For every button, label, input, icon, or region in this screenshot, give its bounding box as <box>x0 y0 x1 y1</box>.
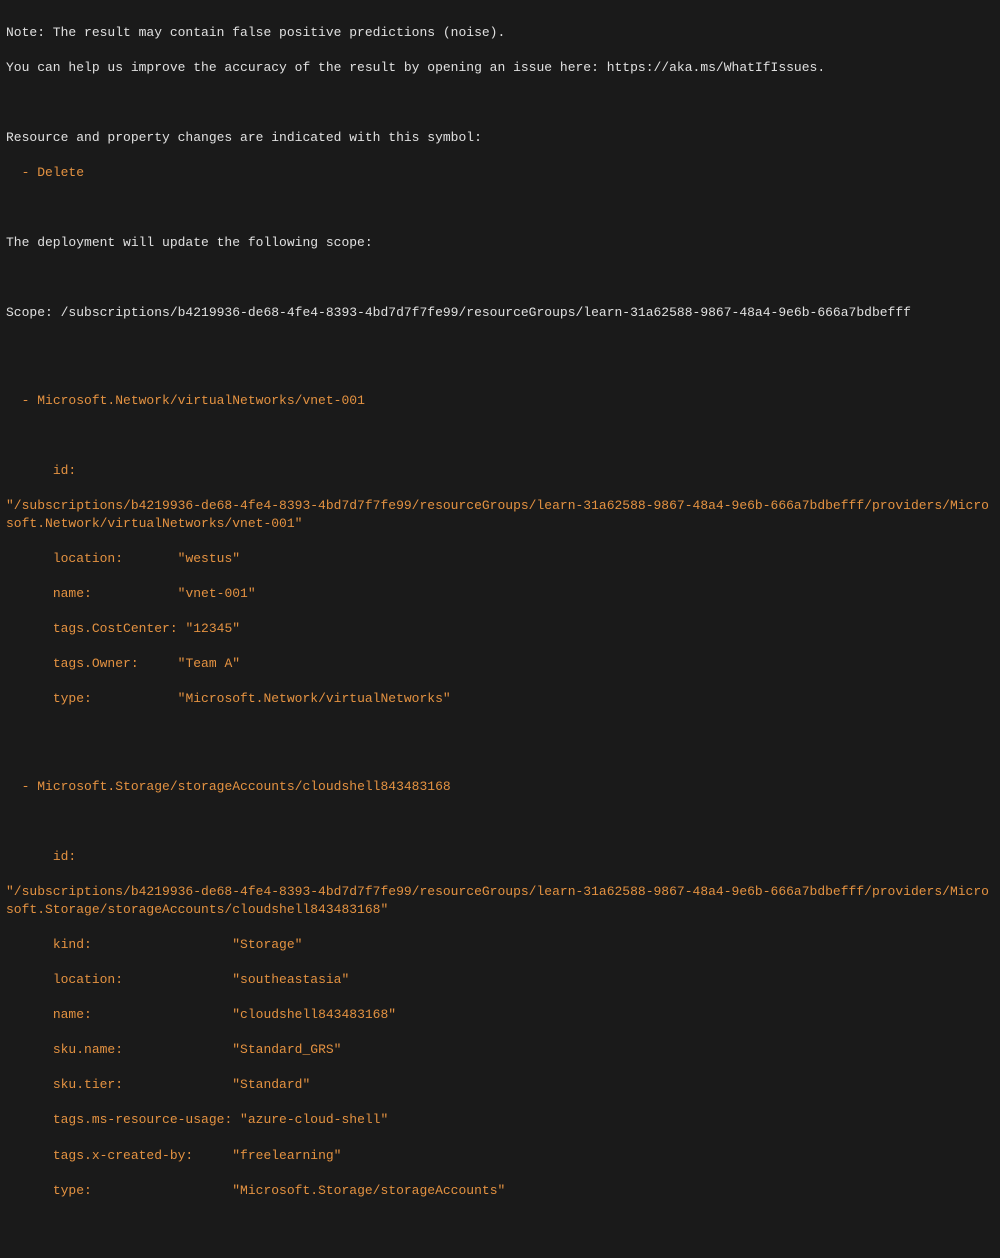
res2-skuname: sku.name: "Standard_GRS" <box>6 1041 994 1059</box>
changes-intro: Resource and property changes are indica… <box>6 129 994 147</box>
res2-id-key: id: <box>6 848 994 866</box>
res1-name-val: "vnet-001" <box>178 586 256 601</box>
res2-kind-val: "Storage" <box>232 937 302 952</box>
res2-skuname-key: sku.name: <box>6 1042 232 1057</box>
note-line-2: You can help us improve the accuracy of … <box>6 59 994 77</box>
res2-name-key: name: <box>6 1007 232 1022</box>
res2-tagsusage-val: "azure-cloud-shell" <box>232 1112 388 1127</box>
blank <box>6 427 994 445</box>
resource-2-header: - Microsoft.Storage/storageAccounts/clou… <box>6 778 994 796</box>
res1-owner-key: tags.Owner: <box>6 656 178 671</box>
blank <box>6 813 994 831</box>
res1-location: location: "westus" <box>6 550 994 568</box>
res1-type: type: "Microsoft.Network/virtualNetworks… <box>6 690 994 708</box>
res1-owner-val: "Team A" <box>178 656 240 671</box>
res2-tagsusage: tags.ms-resource-usage: "azure-cloud-she… <box>6 1111 994 1129</box>
res2-type-val: "Microsoft.Storage/storageAccounts" <box>232 1183 505 1198</box>
blank <box>6 1217 994 1235</box>
res2-kind: kind: "Storage" <box>6 936 994 954</box>
scope-value: /subscriptions/b4219936-de68-4fe4-8393-4… <box>61 305 911 320</box>
blank <box>6 269 994 287</box>
res1-location-val: "westus" <box>178 551 240 566</box>
blank <box>6 199 994 217</box>
res2-location: location: "southeastasia" <box>6 971 994 989</box>
blank <box>6 94 994 112</box>
res2-skutier-val: "Standard" <box>232 1077 310 1092</box>
res1-name: name: "vnet-001" <box>6 585 994 603</box>
res1-type-key: type: <box>6 691 178 706</box>
scope-intro: The deployment will update the following… <box>6 234 994 252</box>
res1-location-key: location: <box>6 551 178 566</box>
res2-name: name: "cloudshell843483168" <box>6 1006 994 1024</box>
res2-kind-key: kind: <box>6 937 232 952</box>
res2-location-key: location: <box>6 972 232 987</box>
res2-tagscreated-val: "freelearning" <box>232 1148 341 1163</box>
res1-type-val: "Microsoft.Network/virtualNetworks" <box>178 691 451 706</box>
scope-label: Scope: <box>6 305 61 320</box>
res2-tagsusage-key: tags.ms-resource-usage: <box>6 1112 232 1127</box>
res1-owner: tags.Owner: "Team A" <box>6 655 994 673</box>
res2-type-key: type: <box>6 1183 232 1198</box>
res2-skutier: sku.tier: "Standard" <box>6 1076 994 1094</box>
res2-name-val: "cloudshell843483168" <box>232 1007 396 1022</box>
scope-line: Scope: /subscriptions/b4219936-de68-4fe4… <box>6 304 994 322</box>
note-line-1: Note: The result may contain false posit… <box>6 24 994 42</box>
res2-skuname-val: "Standard_GRS" <box>232 1042 341 1057</box>
delete-legend: - Delete <box>6 164 994 182</box>
res2-skutier-key: sku.tier: <box>6 1077 232 1092</box>
res2-location-val: "southeastasia" <box>232 972 349 987</box>
res1-id-val: "/subscriptions/b4219936-de68-4fe4-8393-… <box>6 497 994 532</box>
res2-tagscreated: tags.x-created-by: "freelearning" <box>6 1147 994 1165</box>
res2-tagscreated-key: tags.x-created-by: <box>6 1148 232 1163</box>
blank <box>6 725 994 743</box>
res2-id-val: "/subscriptions/b4219936-de68-4fe4-8393-… <box>6 883 994 918</box>
blank <box>6 339 994 357</box>
res2-type: type: "Microsoft.Storage/storageAccounts… <box>6 1182 994 1200</box>
res1-name-key: name: <box>6 586 178 601</box>
res1-id-key: id: <box>6 462 994 480</box>
resource-1-header: - Microsoft.Network/virtualNetworks/vnet… <box>6 392 994 410</box>
terminal-output[interactable]: Note: The result may contain false posit… <box>0 0 1000 1258</box>
